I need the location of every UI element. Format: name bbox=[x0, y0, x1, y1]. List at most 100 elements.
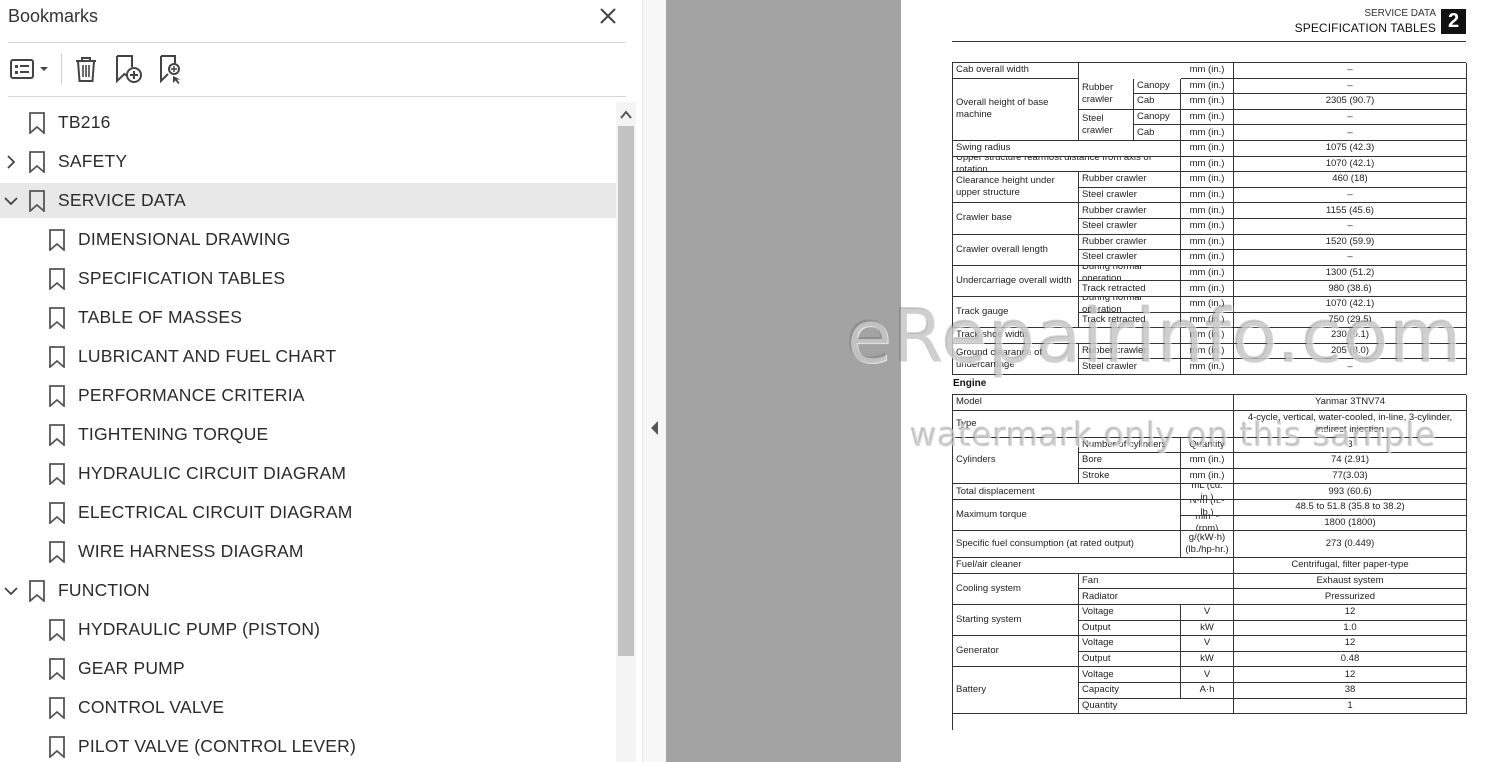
table-cell: Clearance height under upper structure bbox=[953, 172, 1079, 204]
table-cell: 12 bbox=[1234, 604, 1467, 621]
bookmark-item[interactable]: SAFETY bbox=[0, 144, 616, 179]
table-cell: Output bbox=[1079, 651, 1181, 668]
bookmark-item[interactable]: PERFORMANCE CRITERIA bbox=[0, 378, 616, 413]
panel-divider bbox=[8, 42, 626, 43]
bookmark-item[interactable]: LUBRICANT AND FUEL CHART bbox=[0, 339, 616, 374]
bookmark-item[interactable]: SPECIFICATION TABLES bbox=[0, 261, 616, 296]
toolbar-separator bbox=[61, 54, 62, 84]
table-cell: 38 bbox=[1234, 682, 1467, 699]
table-cell: Cab bbox=[1134, 125, 1181, 141]
table-cell: Rubber crawler bbox=[1079, 343, 1181, 360]
bookmark-icon bbox=[49, 307, 65, 329]
collapse-panel-icon[interactable] bbox=[650, 420, 660, 436]
bookmark-icon bbox=[49, 463, 65, 485]
bookmark-label: SERVICE DATA bbox=[58, 190, 186, 210]
table-cell: Rubber crawler bbox=[1079, 78, 1134, 110]
table-cell: 1520 (59.9) bbox=[1234, 234, 1467, 251]
close-panel-button[interactable] bbox=[596, 5, 620, 27]
table-cell: Steel crawler bbox=[1079, 187, 1181, 204]
delete-bookmark-button[interactable] bbox=[70, 52, 102, 86]
scroll-up-icon[interactable] bbox=[616, 108, 636, 122]
bookmark-item[interactable]: GEAR PUMP bbox=[0, 651, 616, 686]
bookmark-item[interactable]: CONTROL VALVE bbox=[0, 690, 616, 725]
table-cell: mm (in.) bbox=[1181, 125, 1234, 141]
table-cell: Specific fuel consumption (at rated outp… bbox=[953, 531, 1181, 559]
bookmark-label: TB216 bbox=[58, 112, 111, 132]
table-cell: 1300 (51.2) bbox=[1234, 265, 1467, 282]
table-cell: V bbox=[1181, 667, 1234, 683]
table-cell: Rubber crawler bbox=[1079, 172, 1181, 188]
bookmark-item[interactable]: TB216 bbox=[0, 105, 616, 140]
chevron-right-icon[interactable] bbox=[3, 154, 19, 170]
bookmark-item[interactable]: PILOT VALVE (CONTROL LEVER) bbox=[0, 729, 616, 762]
table-cell: Ground clearance of undercarriage bbox=[953, 343, 1079, 375]
add-bookmark-button[interactable] bbox=[110, 52, 146, 86]
bookmark-item[interactable]: FUNCTION bbox=[0, 573, 616, 608]
bookmark-label: HYDRAULIC CIRCUIT DIAGRAM bbox=[78, 463, 347, 483]
table-cell: Voltage bbox=[1079, 636, 1181, 652]
table-cell: 980 (38.6) bbox=[1234, 281, 1467, 297]
bookmark-item[interactable]: HYDRAULIC CIRCUIT DIAGRAM bbox=[0, 456, 616, 491]
bookmark-icon bbox=[49, 697, 65, 719]
bookmarks-panel: Bookmarks TB216 SAFETY SERVICE DATA DIME… bbox=[0, 0, 642, 762]
bookmark-item[interactable]: ELECTRICAL CIRCUIT DIAGRAM bbox=[0, 495, 616, 530]
panel-splitter[interactable] bbox=[642, 0, 666, 762]
table-cell: – bbox=[1234, 78, 1467, 95]
table-cell: Maximum torque bbox=[953, 499, 1181, 532]
table-cell: Canopy bbox=[1134, 109, 1181, 126]
bookmark-item[interactable]: TABLE OF MASSES bbox=[0, 300, 616, 335]
table-cell: kW bbox=[1181, 651, 1234, 668]
table-cell: Output bbox=[1079, 620, 1181, 637]
table-cell: Swing radius bbox=[953, 140, 1181, 157]
table-cell: Cab overall width bbox=[953, 63, 1079, 79]
bookmark-label: SPECIFICATION TABLES bbox=[78, 268, 286, 288]
table-cell: mm (in.) bbox=[1181, 172, 1234, 188]
table-cell: Total displacement bbox=[953, 484, 1181, 500]
table-cell: 48.5 to 51.8 (35.8 to 38.2) bbox=[1234, 499, 1467, 516]
table-cell: – bbox=[1234, 109, 1467, 126]
table-cell: – bbox=[1234, 250, 1467, 266]
chevron-down-icon[interactable] bbox=[3, 193, 19, 209]
table-cell: Track gauge bbox=[953, 296, 1079, 329]
table-cell: 12 bbox=[1234, 667, 1467, 683]
table-cell: Steel crawler bbox=[1079, 250, 1181, 266]
bookmark-label: LUBRICANT AND FUEL CHART bbox=[78, 346, 337, 366]
table-cell: 4-cycle, vertical, water-cooled, in-line… bbox=[1234, 410, 1467, 438]
bookmark-item[interactable]: TIGHTENING TORQUE bbox=[0, 417, 616, 452]
bookmark-label: WIRE HARNESS DIAGRAM bbox=[78, 541, 304, 561]
chevron-down-icon[interactable] bbox=[3, 583, 19, 599]
bookmark-item[interactable]: WIRE HARNESS DIAGRAM bbox=[0, 534, 616, 569]
bookmark-item[interactable]: SERVICE DATA bbox=[0, 183, 616, 218]
table-cell: mm (in.) bbox=[1181, 343, 1234, 360]
header-section-label: SERVICE DATA bbox=[1364, 8, 1436, 19]
find-current-bookmark-button[interactable] bbox=[154, 52, 188, 86]
table-cell: mm (in.) bbox=[1181, 156, 1234, 173]
bookmark-label: TIGHTENING TORQUE bbox=[78, 424, 269, 444]
bookmark-label: TABLE OF MASSES bbox=[78, 307, 243, 327]
table-cell: mm (in.) bbox=[1181, 94, 1234, 110]
table-cell: Capacity bbox=[1079, 682, 1181, 699]
bookmark-item[interactable]: HYDRAULIC PUMP (PISTON) bbox=[0, 612, 616, 647]
table-cell: min⁻¹ (rpm) bbox=[1181, 515, 1234, 532]
bookmark-options-button[interactable] bbox=[8, 52, 52, 86]
table-cell: Centrifugal, filter paper-type bbox=[1234, 558, 1467, 574]
bookmark-label: ELECTRICAL CIRCUIT DIAGRAM bbox=[78, 502, 353, 522]
trash-icon bbox=[76, 57, 96, 82]
bookmark-icon bbox=[29, 151, 45, 173]
table-cell: 77(3.03) bbox=[1234, 468, 1467, 485]
bookmark-icon bbox=[49, 541, 65, 563]
bookmark-item[interactable]: DIMENSIONAL DRAWING bbox=[0, 222, 616, 257]
bookmark-label: PILOT VALVE (CONTROL LEVER) bbox=[78, 736, 357, 756]
table-cell: Steel crawler bbox=[1079, 359, 1181, 375]
scroll-thumb[interactable] bbox=[618, 126, 634, 656]
engine-table: Model Yanmar 3TNV74 Type 4-cycle, vertical,… bbox=[952, 394, 1467, 730]
table-cell: V bbox=[1181, 636, 1234, 652]
table-cell: – bbox=[1234, 359, 1467, 375]
bookmark-scrollbar[interactable] bbox=[616, 102, 636, 762]
table-cell: Steel crawler bbox=[1079, 218, 1181, 235]
toolbar-divider bbox=[8, 96, 626, 97]
dimensions-table: Cab overall width mm (in.) – Overall height… bbox=[952, 62, 1467, 375]
table-cell: Fan bbox=[1079, 573, 1234, 590]
bookmark-label: DIMENSIONAL DRAWING bbox=[78, 229, 291, 249]
header-rule bbox=[952, 41, 1466, 42]
